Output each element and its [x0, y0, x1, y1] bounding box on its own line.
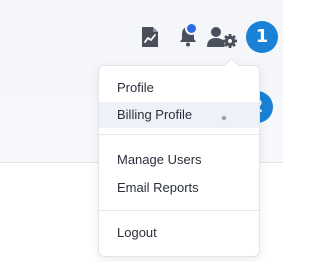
- menu-item-logout[interactable]: Logout: [99, 220, 259, 246]
- cursor-icon: [221, 115, 227, 121]
- menu-item-email-reports[interactable]: Email Reports: [99, 175, 259, 201]
- report-icon[interactable]: [140, 26, 160, 48]
- menu-item-billing-profile[interactable]: Billing Profile: [99, 102, 259, 128]
- menu-item-billing-profile-label: Billing Profile: [117, 107, 193, 122]
- menu-item-manage-users[interactable]: Manage Users: [99, 147, 259, 173]
- notification-badge: [185, 22, 198, 35]
- menu-divider: [99, 210, 259, 211]
- menu-item-profile[interactable]: Profile: [99, 75, 259, 101]
- user-settings-icon[interactable]: [207, 26, 237, 48]
- user-menu-dropdown: Profile Billing Profile Manage Users Ema…: [98, 65, 260, 257]
- menu-divider: [99, 134, 259, 135]
- step-1-badge: 1: [246, 21, 278, 53]
